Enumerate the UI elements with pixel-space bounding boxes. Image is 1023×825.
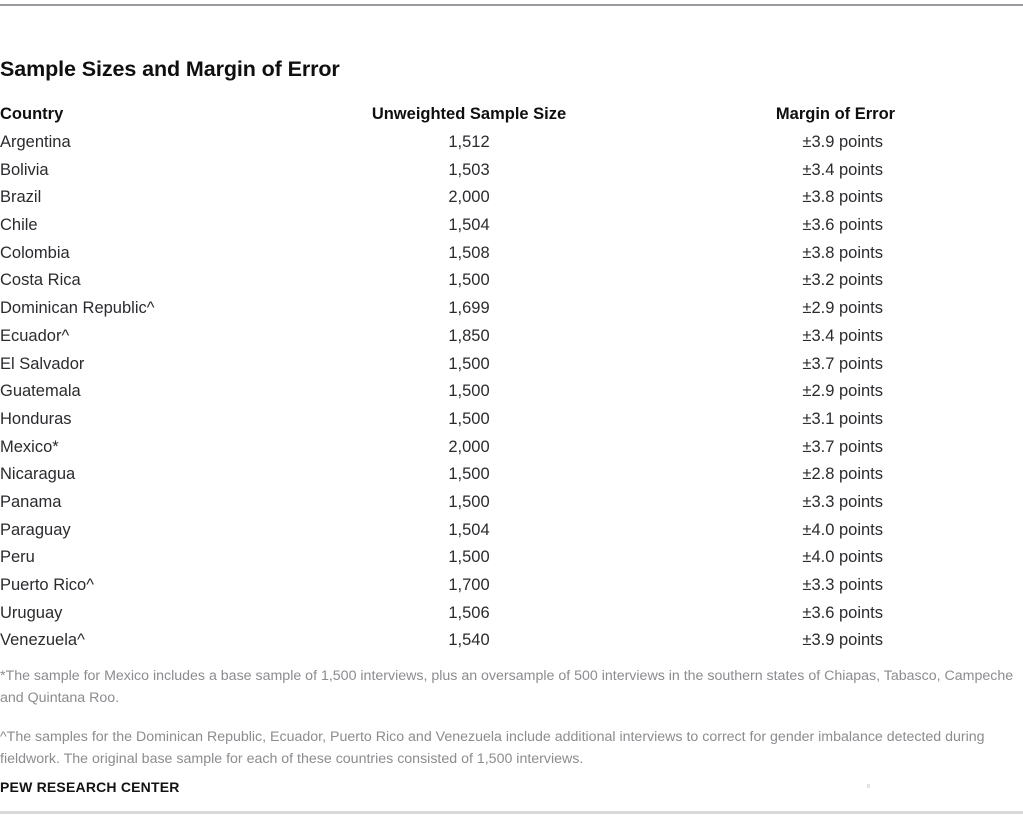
cell-country: Nicaragua <box>0 465 76 484</box>
table-row: Dominican Republic^ 1,699 ±2.9 points <box>0 299 1023 327</box>
table-row: Ecuador^ 1,850 ±3.4 points <box>0 327 1023 355</box>
cell-margin-of-error: ±3.4 points <box>802 326 883 345</box>
cell-country: Bolivia <box>0 160 49 179</box>
cell-country: Puerto Rico^ <box>0 576 94 594</box>
bottom-divider <box>0 811 1023 814</box>
cell-sample-size: 1,500 <box>448 271 490 290</box>
cell-margin-of-error: ±3.9 points <box>802 133 883 151</box>
footnote-mexico: *The sample for Mexico includes a base s… <box>0 668 1014 706</box>
cell-margin-of-error: ±2.8 points <box>802 465 883 484</box>
cell-country: Panama <box>0 492 62 511</box>
table-page: Sample Sizes and Margin of Error Country… <box>0 0 1023 825</box>
cell-margin-of-error: ±4.0 points <box>802 520 883 539</box>
cell-margin-of-error: ±3.6 points <box>802 216 883 235</box>
table-row: Mexico* 2,000 ±3.7 points <box>0 438 1023 466</box>
cell-margin-of-error: ±3.1 points <box>802 409 883 428</box>
cell-country: Ecuador^ <box>0 326 70 345</box>
footnotes: *The sample for Mexico includes a base s… <box>0 666 1015 770</box>
table-header-row: Country Unweighted Sample Size Margin of… <box>0 105 1023 133</box>
cell-sample-size: 1,512 <box>448 133 490 151</box>
source-label: PEW RESEARCH CENTER <box>0 779 180 795</box>
table-row: Puerto Rico^ 1,700 ±3.3 points <box>0 576 1023 604</box>
cell-margin-of-error: ±3.7 points <box>802 437 883 456</box>
sample-sizes-table: Country Unweighted Sample Size Margin of… <box>0 105 1023 659</box>
cell-sample-size: 2,000 <box>448 437 490 456</box>
table-row: Peru 1,500 ±4.0 points <box>0 548 1023 576</box>
column-header-margin-of-error: Margin of Error <box>775 105 896 123</box>
column-header-sample-size: Unweighted Sample Size <box>371 105 567 123</box>
cell-country: Chile <box>0 216 38 235</box>
cell-margin-of-error: ±3.9 points <box>802 631 883 650</box>
table-row: Colombia 1,508 ±3.8 points <box>0 244 1023 272</box>
cell-margin-of-error: ±2.9 points <box>802 382 883 401</box>
table-row: Guatemala 1,500 ±2.9 points <box>0 382 1023 410</box>
table-row: Chile 1,504 ±3.6 points <box>0 216 1023 244</box>
table-row: Honduras 1,500 ±3.1 points <box>0 410 1023 438</box>
cell-country: Costa Rica <box>0 271 81 290</box>
cell-country: Paraguay <box>0 520 71 539</box>
cell-sample-size: 1,500 <box>448 354 490 373</box>
cell-country: Peru <box>0 548 35 567</box>
footnote-gender-imbalance: ^The samples for the Dominican Republic,… <box>0 729 985 767</box>
cell-sample-size: 1,500 <box>448 492 490 511</box>
top-divider <box>0 4 1023 6</box>
cell-margin-of-error: ±3.3 points <box>802 492 883 511</box>
cell-country: Dominican Republic^ <box>0 299 155 318</box>
cell-sample-size: 1,500 <box>448 548 490 567</box>
cell-margin-of-error: ±3.6 points <box>802 603 883 622</box>
cell-margin-of-error: ±3.8 points <box>802 243 883 262</box>
cell-country: Colombia <box>0 243 70 262</box>
table-row: Venezuela^ 1,540 ±3.9 points <box>0 631 1023 659</box>
cell-country: Venezuela^ <box>0 631 85 650</box>
cell-sample-size: 1,500 <box>448 465 490 484</box>
cell-sample-size: 1,508 <box>448 243 490 262</box>
cell-sample-size: 1,540 <box>448 631 490 650</box>
cell-sample-size: 1,503 <box>448 160 490 179</box>
table-row: Uruguay 1,506 ±3.6 points <box>0 604 1023 632</box>
table-row: Argentina 1,512 ±3.9 points <box>0 133 1023 161</box>
artifact-speck <box>867 784 870 788</box>
cell-margin-of-error: ±2.9 points <box>802 299 883 318</box>
cell-country: Honduras <box>0 409 72 428</box>
cell-sample-size: 1,506 <box>448 603 490 622</box>
cell-sample-size: 1,504 <box>448 520 490 539</box>
cell-country: Uruguay <box>0 603 63 622</box>
cell-sample-size: 2,000 <box>448 188 490 207</box>
table-row: Nicaragua 1,500 ±2.8 points <box>0 465 1023 493</box>
cell-margin-of-error: ±3.4 points <box>802 160 883 179</box>
cell-sample-size: 1,500 <box>448 382 490 401</box>
cell-country: Brazil <box>0 188 42 207</box>
table-row: El Salvador 1,500 ±3.7 points <box>0 355 1023 383</box>
cell-margin-of-error: ±3.7 points <box>802 354 883 373</box>
column-header-country: Country <box>0 105 64 123</box>
table-row: Brazil 2,000 ±3.8 points <box>0 188 1023 216</box>
cell-margin-of-error: ±3.3 points <box>802 576 883 594</box>
cell-sample-size: 1,699 <box>448 299 490 318</box>
table-row: Costa Rica 1,500 ±3.2 points <box>0 271 1023 299</box>
table-row: Paraguay 1,504 ±4.0 points <box>0 521 1023 549</box>
table-row: Panama 1,500 ±3.3 points <box>0 493 1023 521</box>
cell-country: Argentina <box>0 133 71 151</box>
cell-sample-size: 1,504 <box>448 216 490 235</box>
cell-country: El Salvador <box>0 354 85 373</box>
page-title: Sample Sizes and Margin of Error <box>0 57 340 81</box>
cell-sample-size: 1,850 <box>448 326 490 345</box>
cell-country: Guatemala <box>0 382 81 401</box>
cell-margin-of-error: ±4.0 points <box>802 548 883 567</box>
cell-sample-size: 1,700 <box>448 576 490 594</box>
table-row: Bolivia 1,503 ±3.4 points <box>0 161 1023 189</box>
cell-margin-of-error: ±3.8 points <box>802 188 883 207</box>
cell-margin-of-error: ±3.2 points <box>802 271 883 290</box>
cell-country: Mexico* <box>0 437 59 456</box>
cell-sample-size: 1,500 <box>448 409 490 428</box>
